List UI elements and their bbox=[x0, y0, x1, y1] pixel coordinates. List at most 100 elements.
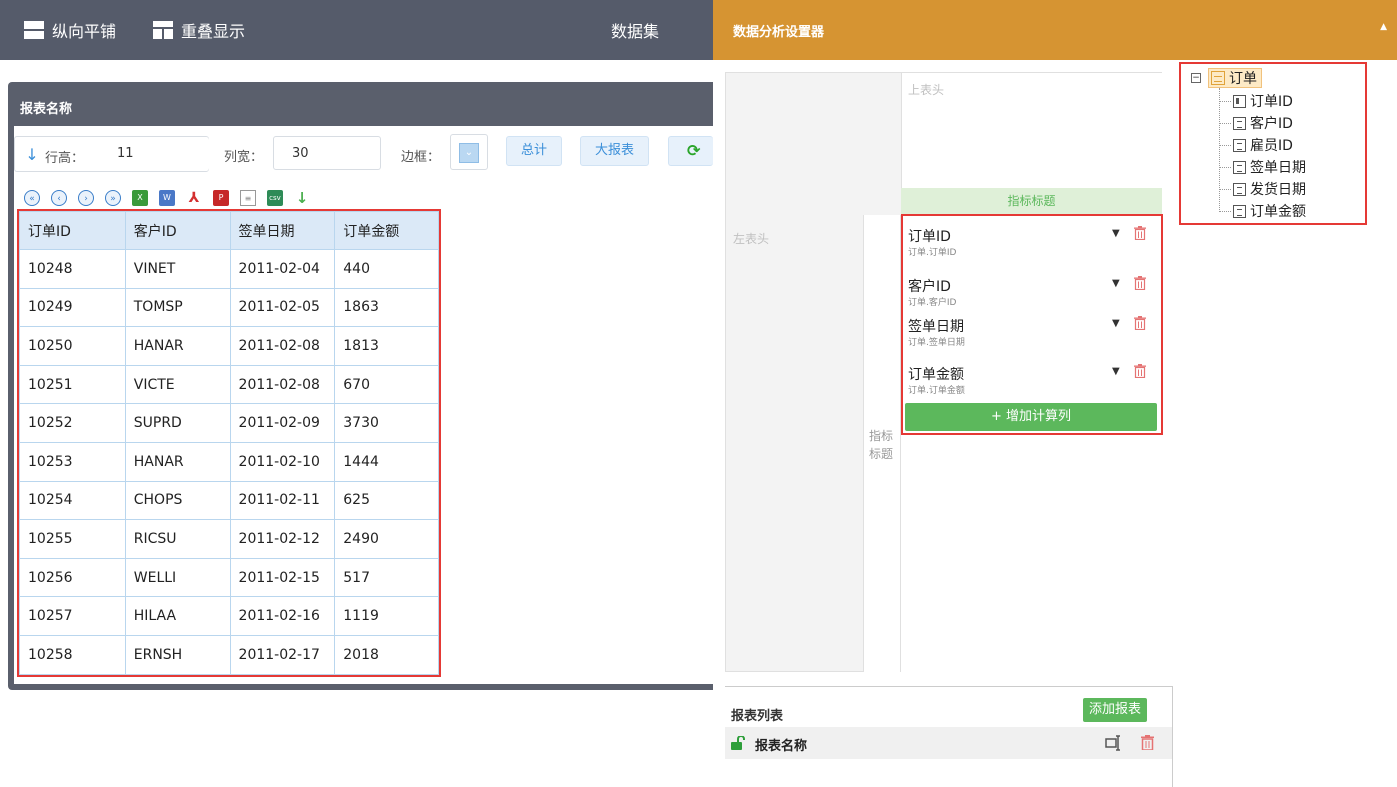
table-cell: 10258 bbox=[19, 634, 126, 675]
metric-field-path: 订单.客户ID bbox=[908, 298, 957, 308]
overlap-display-button[interactable]: 重叠显示 bbox=[153, 18, 245, 42]
left-header-label: 左表头 bbox=[733, 232, 770, 246]
tree-item[interactable]: 签单日期 bbox=[1219, 156, 1306, 178]
add-calc-column-button[interactable]: + 增加计算列 bbox=[905, 403, 1157, 431]
refresh-button[interactable]: ⟳ bbox=[668, 136, 713, 166]
row-height-input[interactable]: 11 bbox=[99, 137, 209, 171]
excel-export-icon[interactable]: X bbox=[132, 190, 148, 206]
vertical-tile-button[interactable]: 纵向平铺 bbox=[24, 18, 116, 42]
metric-field-name: 客户ID bbox=[908, 279, 951, 295]
table-row[interactable]: 10253 HANAR 2011-02-10 1444 bbox=[19, 441, 439, 482]
refresh-icon: ⟳ bbox=[687, 141, 701, 160]
table-row[interactable]: 10254 CHOPS 2011-02-11 625 bbox=[19, 480, 439, 521]
metric-title-bar[interactable]: 指标标题 bbox=[901, 188, 1162, 215]
report-list-title: 报表列表 bbox=[731, 709, 784, 724]
table-cell: 517 bbox=[334, 557, 439, 598]
tree-item[interactable]: 雇员ID bbox=[1219, 134, 1293, 156]
delete-icon[interactable] bbox=[1134, 364, 1146, 378]
tree-root-node[interactable]: 订单 bbox=[1208, 68, 1262, 88]
table-cell: SUPRD bbox=[124, 403, 231, 443]
dataset-label[interactable]: 数据集 bbox=[611, 18, 659, 42]
list-item[interactable]: 报表名称 bbox=[725, 727, 1172, 759]
text-export-icon[interactable]: ≡ bbox=[240, 190, 256, 206]
table-cell: 1119 bbox=[334, 596, 439, 636]
table-cell: 10253 bbox=[19, 441, 126, 482]
delete-icon[interactable] bbox=[1134, 276, 1146, 290]
csv-export-icon[interactable]: csv bbox=[267, 190, 283, 206]
table-row[interactable]: 10250 HANAR 2011-02-08 1813 bbox=[19, 326, 439, 366]
table-cell: 10249 bbox=[19, 287, 126, 328]
col-width-label: 列宽： bbox=[224, 150, 264, 165]
download-icon[interactable]: ↓ bbox=[294, 190, 310, 206]
table-header-cell[interactable]: 签单日期 bbox=[229, 211, 336, 250]
table-header-cell[interactable]: 客户ID bbox=[124, 211, 231, 250]
delete-icon[interactable] bbox=[1141, 735, 1154, 750]
report-title: 报表名称 bbox=[20, 102, 73, 117]
field-icon bbox=[1233, 160, 1246, 174]
next-page-icon[interactable]: › bbox=[78, 190, 94, 206]
table-row[interactable]: 10249 TOMSP 2011-02-05 1863 bbox=[19, 287, 439, 328]
prev-page-icon[interactable]: ‹ bbox=[51, 190, 67, 206]
metric-field-path: 订单.签单日期 bbox=[908, 338, 965, 348]
table-cell: 2490 bbox=[334, 519, 439, 559]
table-cell: HANAR bbox=[124, 441, 231, 482]
table-cell: 2011-02-05 bbox=[229, 287, 336, 328]
pdf-export-icon[interactable]: ⅄ bbox=[186, 190, 202, 206]
word-export-icon[interactable]: W bbox=[159, 190, 175, 206]
table-row[interactable]: 10248 VINET 2011-02-04 440 bbox=[19, 249, 439, 289]
table-cell: 1863 bbox=[334, 287, 439, 328]
print-icon[interactable]: P bbox=[213, 190, 229, 206]
tree-item[interactable]: 发货日期 bbox=[1219, 178, 1306, 200]
table-row[interactable]: 10256 WELLI 2011-02-15 517 bbox=[19, 557, 439, 598]
table-row[interactable]: 10255 RICSU 2011-02-12 2490 bbox=[19, 519, 439, 559]
big-report-button[interactable]: 大报表 bbox=[580, 136, 650, 166]
table-cell: 625 bbox=[334, 480, 439, 521]
col-width-input[interactable]: 30 bbox=[273, 136, 381, 170]
collapse-caret-icon[interactable]: ▲ bbox=[1380, 22, 1387, 32]
tree-item-label: 雇员ID bbox=[1250, 138, 1293, 154]
metric-field-name: 订单ID bbox=[908, 229, 951, 245]
tree-item[interactable]: 客户ID bbox=[1219, 112, 1293, 134]
sort-down-icon[interactable]: ↓ bbox=[19, 143, 45, 167]
table-cell: HANAR bbox=[124, 326, 231, 366]
table-row[interactable]: 10258 ERNSH 2011-02-17 2018 bbox=[19, 634, 439, 675]
delete-icon[interactable] bbox=[1134, 226, 1146, 240]
table-row[interactable]: 10251 VICTE 2011-02-08 670 bbox=[19, 364, 439, 405]
tree-root[interactable]: − 订单 bbox=[1191, 68, 1262, 88]
border-select[interactable]: ⌄ bbox=[450, 134, 488, 170]
dropdown-caret-icon[interactable]: ▼ bbox=[1112, 366, 1120, 377]
table-row[interactable]: 10252 SUPRD 2011-02-09 3730 bbox=[19, 403, 439, 443]
tree-item[interactable]: 订单ID bbox=[1219, 90, 1293, 112]
table-header-cell[interactable]: 订单金额 bbox=[334, 211, 439, 250]
field-icon bbox=[1233, 138, 1246, 152]
table-header-cell[interactable]: 订单ID bbox=[19, 211, 126, 250]
table-cell: TOMSP bbox=[124, 287, 231, 328]
metric-field[interactable]: 客户ID 订单.客户ID ▼ bbox=[908, 276, 1158, 316]
tree-item[interactable]: 订单金额 bbox=[1219, 200, 1306, 222]
report-list-panel: 报表列表 添加报表 报表名称 bbox=[725, 686, 1173, 787]
dropdown-caret-icon[interactable]: ▼ bbox=[1112, 318, 1120, 329]
metric-field[interactable]: 签单日期 订单.签单日期 ▼ bbox=[908, 316, 1158, 356]
dropdown-caret-icon[interactable]: ▼ bbox=[1112, 278, 1120, 289]
table-row[interactable]: 10257 HILAA 2011-02-16 1119 bbox=[19, 596, 439, 636]
table-cell: 1813 bbox=[334, 326, 439, 366]
rename-icon[interactable] bbox=[1105, 735, 1123, 751]
field-icon bbox=[1233, 116, 1246, 130]
last-page-icon[interactable]: » bbox=[105, 190, 121, 206]
designer-title: 数据分析设置器 bbox=[733, 25, 825, 40]
delete-icon[interactable] bbox=[1134, 316, 1146, 330]
metric-field[interactable]: 订单金额 订单.订单金额 ▼ bbox=[908, 364, 1158, 404]
table-cell: 2011-02-11 bbox=[229, 480, 336, 521]
dropdown-caret-icon[interactable]: ▼ bbox=[1112, 228, 1120, 239]
data-table: 订单ID 客户ID 签单日期 订单金额 10248 VINET 2011-02-04… bbox=[17, 209, 441, 677]
collapse-toggle-icon[interactable]: − bbox=[1191, 73, 1201, 83]
metric-field[interactable]: 订单ID 订单.订单ID ▼ bbox=[908, 226, 1158, 266]
table-cell: 10248 bbox=[19, 249, 126, 289]
table-cell: 2011-02-08 bbox=[229, 326, 336, 366]
primary-key-field-icon bbox=[1233, 94, 1246, 108]
report-settings-toolbar: ↓ 行高： 11 列宽： 30 边框： ⌄ 总计 大报表 ⟳ bbox=[14, 134, 713, 172]
total-button[interactable]: 总计 bbox=[506, 136, 563, 166]
table-cell: 670 bbox=[334, 364, 439, 405]
add-report-button[interactable]: 添加报表 bbox=[1083, 698, 1148, 722]
first-page-icon[interactable]: « bbox=[24, 190, 40, 206]
